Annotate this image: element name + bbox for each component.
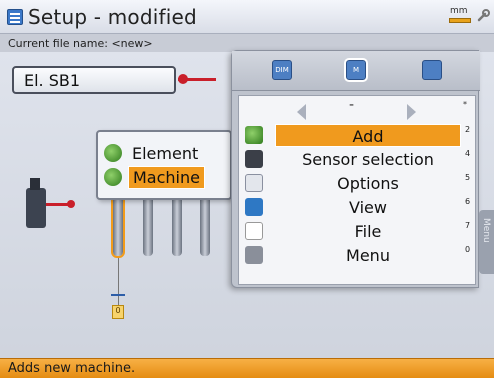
file-icon <box>245 222 263 240</box>
menu-item-key: 5 <box>465 173 471 182</box>
element-icon <box>104 144 122 162</box>
sensor-icon[interactable] <box>26 178 46 228</box>
next-arrow-icon[interactable] <box>407 104 416 120</box>
element-pointer <box>178 74 216 84</box>
menu-nav-row: - * <box>239 96 475 124</box>
sensor-icon <box>245 150 263 168</box>
wrench-icon[interactable] <box>476 9 490 23</box>
element-name-text: El. SB1 <box>24 71 81 90</box>
machine-icon <box>104 168 122 186</box>
menu-item-label: Menu <box>346 246 390 265</box>
menu-item-label: Sensor selection <box>302 150 434 169</box>
menu-item-add[interactable]: Add 2 <box>239 124 475 147</box>
previous-arrow-icon[interactable] <box>297 104 306 120</box>
machine-shaft[interactable] <box>172 196 182 256</box>
machine-shaft[interactable] <box>143 196 153 256</box>
menu-item-view[interactable]: View 6 <box>239 196 475 219</box>
element-type-popup: Element Machine <box>96 130 232 200</box>
menu-list: - * Add 2 Sensor selection 4 Options 5 V… <box>238 95 476 285</box>
current-file-name: Current file name: <new> <box>8 37 153 50</box>
menu-item-label: File <box>354 222 382 241</box>
app-icon <box>7 9 23 25</box>
unit-indicator[interactable]: mm <box>447 6 473 26</box>
element-name-field[interactable]: El. SB1 <box>12 66 176 94</box>
machine-shaft[interactable] <box>200 196 210 256</box>
menu-item-label: View <box>349 198 387 217</box>
view-icon <box>245 198 263 216</box>
menu-item-label: Options <box>337 174 399 193</box>
panel-tab-bar: DIM M <box>232 51 480 91</box>
menu-item-options[interactable]: Options 5 <box>239 172 475 195</box>
menu-item-sensor-selection[interactable]: Sensor selection 4 <box>239 148 475 171</box>
menu-item-key: 6 <box>465 197 471 206</box>
unit-label: mm <box>450 6 468 16</box>
menu-item-label: Add <box>275 124 461 147</box>
side-menu-tab[interactable]: Menu <box>479 210 494 274</box>
menu-item-menu[interactable]: Menu 0 <box>239 244 475 267</box>
side-menu-tab-label: Menu <box>481 218 491 243</box>
popup-item-machine[interactable]: Machine <box>104 165 228 189</box>
menu-item-key: 0 <box>465 245 471 254</box>
coupling-marker-icon <box>111 294 125 300</box>
add-machine-icon <box>245 126 263 144</box>
popup-item-element[interactable]: Element <box>104 142 228 164</box>
results-icon[interactable] <box>422 60 442 80</box>
menu-item-file[interactable]: File 7 <box>239 220 475 243</box>
coupling-line <box>118 258 119 308</box>
window-title: Setup - modified <box>28 5 197 29</box>
machine-shaft-selected[interactable] <box>111 194 125 258</box>
menu-item-key: 7 <box>465 221 471 230</box>
context-menu-panel: DIM M - * Add 2 Sensor selection 4 Optio… <box>231 50 480 288</box>
options-icon <box>245 174 263 192</box>
laser-beam <box>46 200 75 208</box>
menu-icon <box>245 246 263 264</box>
menu-nav-label: - <box>349 97 355 113</box>
status-bar: Adds new machine. <box>0 358 494 378</box>
dimensions-icon[interactable]: DIM <box>272 60 292 80</box>
title-bar: Setup - modified mm <box>0 0 494 34</box>
menu-item-key: 2 <box>465 125 471 134</box>
menu-nav-key: * <box>463 100 467 109</box>
popup-item-label: Machine <box>128 165 205 189</box>
coupling-marker-label[interactable]: 0 <box>112 305 124 319</box>
popup-item-label: Element <box>132 143 199 163</box>
menu-item-key: 4 <box>465 149 471 158</box>
status-text: Adds new machine. <box>8 361 136 376</box>
measure-icon[interactable]: M <box>344 58 368 82</box>
battery-icon <box>449 18 471 23</box>
